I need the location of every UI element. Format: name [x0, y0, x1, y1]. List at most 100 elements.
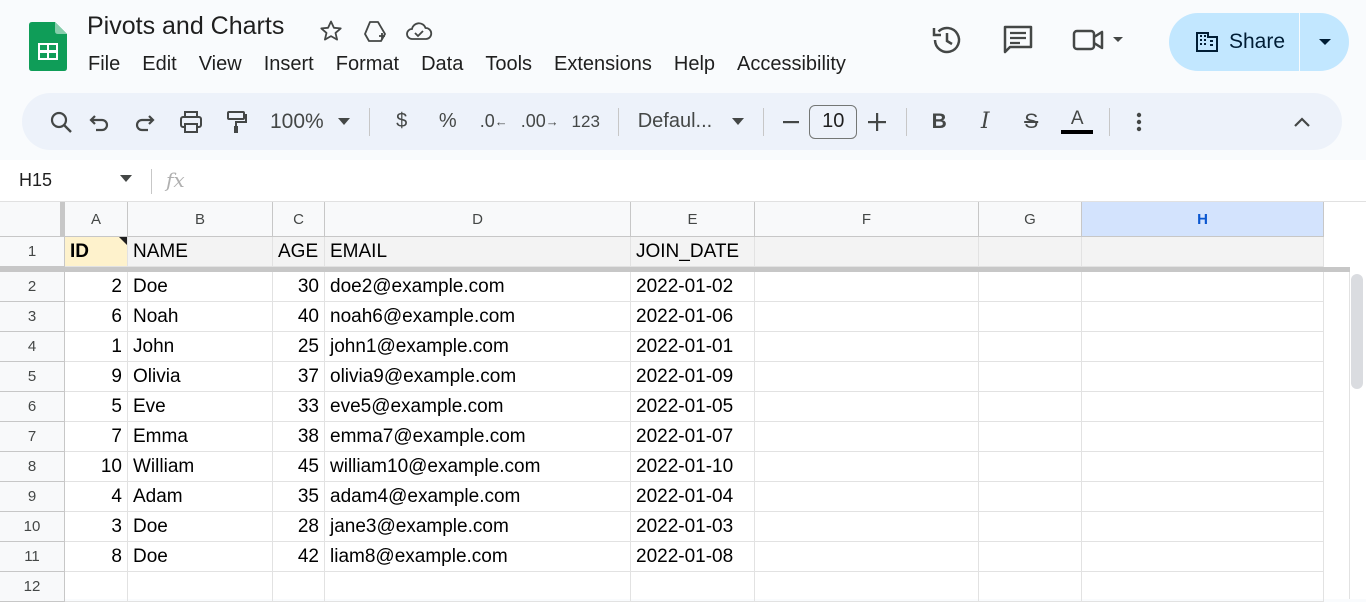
cell-h1[interactable] [1082, 237, 1324, 267]
select-all-corner[interactable] [0, 202, 65, 237]
header-cell-e[interactable]: JOIN_DATE [631, 237, 755, 267]
row-header-12[interactable]: 12 [0, 572, 65, 602]
empty-cell[interactable] [979, 482, 1082, 512]
italic-button[interactable]: I [962, 102, 1008, 142]
row-header-6[interactable]: 6 [0, 392, 65, 422]
row-header-8[interactable]: 8 [0, 452, 65, 482]
data-cell[interactable]: 2 [65, 272, 128, 302]
empty-cell[interactable] [755, 452, 979, 482]
menu-tools[interactable]: Tools [474, 50, 543, 79]
comments-icon[interactable] [998, 20, 1038, 60]
data-cell[interactable]: 7 [65, 422, 128, 452]
column-header-d[interactable]: D [325, 202, 631, 237]
move-to-drive-icon[interactable] [360, 16, 390, 46]
data-cell[interactable]: Doe [128, 542, 273, 572]
data-cell[interactable]: adam4@example.com [325, 482, 631, 512]
empty-cell[interactable] [1082, 572, 1324, 602]
search-menus-icon[interactable] [46, 102, 76, 142]
empty-cell[interactable] [979, 572, 1082, 602]
data-cell[interactable]: 33 [273, 392, 325, 422]
empty-cell[interactable] [979, 422, 1082, 452]
empty-cell[interactable] [755, 422, 979, 452]
increase-decimal-button[interactable]: .00 → [517, 102, 563, 142]
document-title[interactable]: Pivots and Charts [87, 12, 284, 41]
column-header-b[interactable]: B [128, 202, 273, 237]
empty-cell[interactable] [1082, 332, 1324, 362]
more-vert-icon[interactable] [1119, 102, 1159, 142]
data-cell[interactable]: 2022-01-01 [631, 332, 755, 362]
empty-cell[interactable] [1082, 542, 1324, 572]
column-header-f[interactable]: F [755, 202, 979, 237]
empty-cell[interactable] [1082, 482, 1324, 512]
data-cell[interactable]: noah6@example.com [325, 302, 631, 332]
empty-cell[interactable] [979, 332, 1082, 362]
menu-format[interactable]: Format [325, 50, 410, 79]
column-header-g[interactable]: G [979, 202, 1082, 237]
empty-cell[interactable] [755, 392, 979, 422]
row-header-9[interactable]: 9 [0, 482, 65, 512]
increase-font-size-icon[interactable] [857, 102, 897, 142]
empty-cell[interactable] [755, 512, 979, 542]
menu-edit[interactable]: Edit [131, 50, 187, 79]
empty-cell[interactable] [325, 572, 631, 602]
data-cell[interactable]: 2022-01-05 [631, 392, 755, 422]
data-cell[interactable]: 45 [273, 452, 325, 482]
empty-cell[interactable] [979, 272, 1082, 302]
cell-f1[interactable] [755, 237, 979, 267]
empty-cell[interactable] [1082, 362, 1324, 392]
column-header-e[interactable]: E [631, 202, 755, 237]
print-icon[interactable] [168, 102, 214, 142]
font-select[interactable]: Defaul... [628, 110, 754, 133]
empty-cell[interactable] [979, 542, 1082, 572]
data-cell[interactable]: 42 [273, 542, 325, 572]
empty-cell[interactable] [631, 572, 755, 602]
share-dropdown-icon[interactable] [1300, 38, 1349, 46]
data-cell[interactable]: Adam [128, 482, 273, 512]
number-format-button[interactable]: 123 [563, 102, 609, 142]
empty-cell[interactable] [755, 332, 979, 362]
data-cell[interactable]: 2022-01-02 [631, 272, 755, 302]
data-cell[interactable]: 10 [65, 452, 128, 482]
font-size-input[interactable]: 10 [809, 104, 858, 139]
cell-g1[interactable] [979, 237, 1082, 267]
menu-extensions[interactable]: Extensions [543, 50, 663, 79]
empty-cell[interactable] [755, 572, 979, 602]
data-cell[interactable]: doe2@example.com [325, 272, 631, 302]
undo-icon[interactable] [76, 102, 122, 142]
data-cell[interactable]: Olivia [128, 362, 273, 392]
data-cell[interactable]: Noah [128, 302, 273, 332]
decrease-font-size-icon[interactable] [773, 102, 809, 142]
meet-icon[interactable] [1069, 20, 1129, 60]
data-cell[interactable]: 25 [273, 332, 325, 362]
row-header-7[interactable]: 7 [0, 422, 65, 452]
empty-cell[interactable] [979, 392, 1082, 422]
frozen-row-divider[interactable] [0, 267, 1350, 272]
cloud-saved-icon[interactable] [404, 16, 434, 46]
empty-cell[interactable] [1082, 272, 1324, 302]
empty-cell[interactable] [273, 572, 325, 602]
percent-format-button[interactable]: % [425, 102, 471, 142]
column-header-a[interactable]: A [65, 202, 128, 237]
name-box[interactable]: H15 [19, 170, 52, 191]
data-cell[interactable]: 2022-01-10 [631, 452, 755, 482]
row-header-3[interactable]: 3 [0, 302, 65, 332]
text-color-button[interactable]: A [1054, 102, 1100, 142]
empty-cell[interactable] [755, 272, 979, 302]
data-cell[interactable]: 2022-01-08 [631, 542, 755, 572]
data-cell[interactable]: Doe [128, 272, 273, 302]
row-header-1[interactable]: 1 [0, 237, 65, 267]
menu-insert[interactable]: Insert [253, 50, 325, 79]
collapse-toolbar-icon[interactable] [1282, 102, 1322, 142]
redo-icon[interactable] [122, 102, 168, 142]
bold-button[interactable]: B [916, 102, 962, 142]
empty-cell[interactable] [65, 572, 128, 602]
data-cell[interactable]: 30 [273, 272, 325, 302]
data-cell[interactable]: 28 [273, 512, 325, 542]
data-cell[interactable]: 3 [65, 512, 128, 542]
empty-cell[interactable] [755, 302, 979, 332]
data-cell[interactable]: Doe [128, 512, 273, 542]
data-cell[interactable]: 2022-01-07 [631, 422, 755, 452]
data-cell[interactable]: 8 [65, 542, 128, 572]
empty-cell[interactable] [1082, 392, 1324, 422]
data-cell[interactable]: 4 [65, 482, 128, 512]
